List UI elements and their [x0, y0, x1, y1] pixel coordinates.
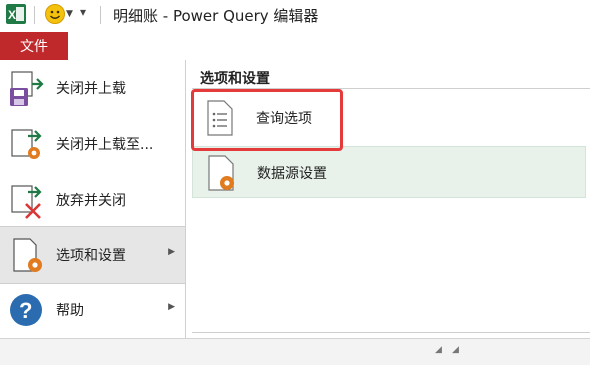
help-label: 帮助	[56, 303, 84, 319]
options-panel-title: 选项和设置	[200, 71, 270, 87]
file-tab[interactable]: 文件	[0, 32, 68, 60]
sheet-mark-icon: ◢	[452, 345, 459, 355]
close-and-load-item[interactable]: 关闭并上载	[0, 60, 185, 116]
close-and-load-to-label: 关闭并上载至...	[56, 137, 154, 153]
title-separator	[34, 6, 35, 24]
close-and-load-label: 关闭并上载	[56, 81, 126, 97]
backstage-menu: 关闭并上载 关闭并上载至... 放弃并关闭 选项和设置 ▶ ? 帮助 ▶	[0, 60, 185, 338]
window-title: 明细账 - Power Query 编辑器	[113, 7, 319, 25]
sheet-mark-icon: ◢	[435, 345, 442, 355]
svg-text:?: ?	[19, 298, 32, 323]
data-source-settings-item[interactable]: 数据源设置	[192, 146, 586, 198]
close-and-load-to-item[interactable]: 关闭并上载至...	[0, 116, 185, 172]
excel-logo-icon[interactable]: X	[5, 3, 27, 25]
close-and-load-to-icon	[11, 129, 42, 159]
smiley-dropdown-icon[interactable]: ▼	[66, 9, 73, 19]
data-source-settings-icon	[208, 155, 234, 191]
smiley-feedback-icon[interactable]	[44, 3, 66, 25]
help-item[interactable]: ? 帮助 ▶	[0, 282, 185, 338]
help-icon: ?	[10, 294, 42, 326]
discard-and-close-icon	[11, 185, 42, 219]
options-settings-item[interactable]: 选项和设置 ▶	[0, 226, 185, 284]
section-divider-bottom	[192, 332, 590, 333]
quick-access-dropdown-icon[interactable]: ▾	[80, 5, 86, 19]
discard-and-close-label: 放弃并关闭	[56, 193, 126, 209]
submenu-arrow-icon: ▶	[168, 302, 175, 312]
discard-and-close-item[interactable]: 放弃并关闭	[0, 172, 185, 228]
data-source-settings-label: 数据源设置	[257, 166, 327, 182]
close-and-load-icon	[10, 71, 44, 106]
ribbon-tab-strip: 文件	[0, 32, 590, 61]
svg-text:X: X	[8, 8, 16, 22]
title-separator-2	[100, 6, 101, 24]
background-sheet-strip: ◢ ◢	[0, 338, 590, 365]
options-settings-icon	[13, 238, 42, 272]
options-settings-label: 选项和设置	[56, 248, 126, 264]
title-bar: X ▼ ▾ 明细账 - Power Query 编辑器	[0, 0, 590, 33]
query-options-highlight	[191, 89, 343, 151]
submenu-arrow-icon: ▶	[168, 247, 175, 257]
